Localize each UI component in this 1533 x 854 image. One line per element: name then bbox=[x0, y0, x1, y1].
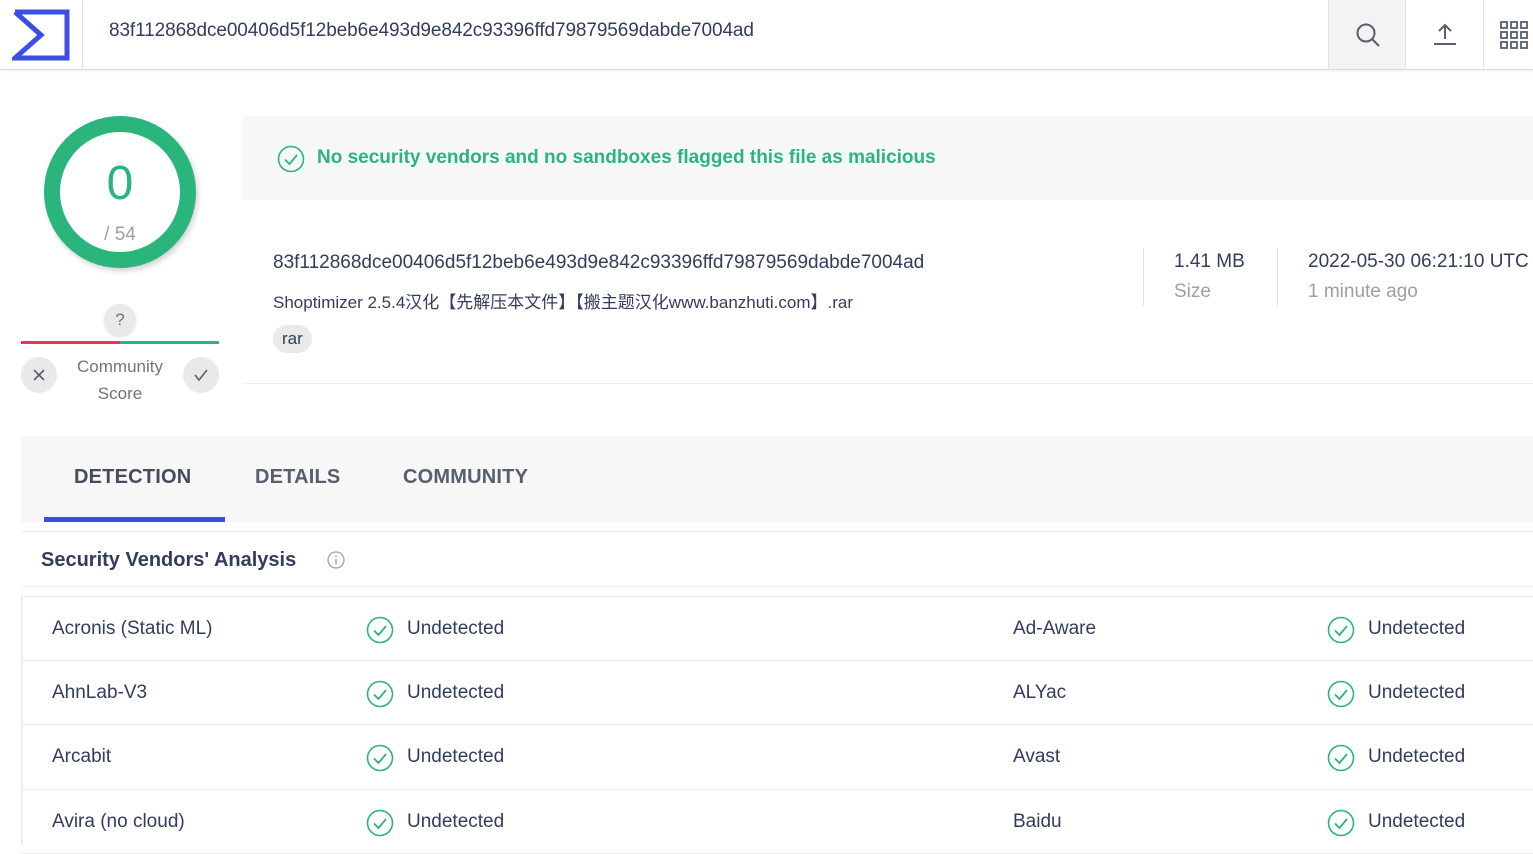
vendor-name: Avira (no cloud) bbox=[52, 811, 185, 833]
active-tab-indicator bbox=[44, 517, 225, 522]
vendor-result: Undetected bbox=[1368, 746, 1465, 768]
virustotal-logo[interactable] bbox=[0, 0, 83, 69]
tab-community[interactable]: COMMUNITY bbox=[403, 466, 528, 489]
community-score-label: Community Score bbox=[60, 353, 180, 407]
top-bar: 83f112868dce00406d5f12beb6e493d9e842c933… bbox=[0, 0, 1533, 70]
tab-bar: DETECTION DETAILS COMMUNITY bbox=[21, 436, 1533, 522]
analysis-date: 2022-05-30 06:21:10 UTC bbox=[1308, 251, 1529, 273]
check-circle-icon bbox=[366, 680, 394, 708]
check-circle-icon bbox=[1327, 680, 1355, 708]
vote-harmless-button[interactable] bbox=[183, 357, 219, 393]
table-row: Avira (no cloud) Undetected Baidu Undete… bbox=[21, 790, 1533, 854]
analysis-relative-time: 1 minute ago bbox=[1308, 281, 1418, 303]
vendor-result: Undetected bbox=[407, 811, 504, 833]
upload-button[interactable] bbox=[1405, 0, 1483, 69]
tab-details[interactable]: DETAILS bbox=[255, 466, 340, 489]
check-circle-icon bbox=[1327, 809, 1355, 837]
file-hash: 83f112868dce00406d5f12beb6e493d9e842c933… bbox=[273, 252, 924, 274]
vendor-name: Baidu bbox=[1013, 811, 1062, 833]
file-size-label: Size bbox=[1174, 281, 1211, 303]
vote-malicious-button[interactable] bbox=[21, 357, 57, 393]
section-header: Security Vendors' Analysis bbox=[21, 531, 1533, 587]
community-bar-harmless bbox=[120, 341, 219, 344]
check-icon bbox=[193, 368, 209, 382]
file-info-card: 83f112868dce00406d5f12beb6e493d9e842c933… bbox=[242, 202, 1533, 384]
search-input[interactable]: 83f112868dce00406d5f12beb6e493d9e842c933… bbox=[109, 20, 754, 42]
vendor-result: Undetected bbox=[1368, 682, 1465, 704]
detection-score-gauge: 0 / 54 bbox=[44, 116, 196, 268]
check-circle-icon bbox=[366, 809, 394, 837]
upload-icon bbox=[1432, 22, 1458, 48]
file-size: 1.41 MB bbox=[1174, 251, 1245, 273]
divider bbox=[1277, 248, 1278, 306]
verdict-text: No security vendors and no sandboxes fla… bbox=[317, 147, 936, 169]
vendor-name: AhnLab-V3 bbox=[52, 682, 147, 704]
vendors-table: Acronis (Static ML) Undetected Ad-Aware … bbox=[21, 596, 1533, 854]
verdict-banner: No security vendors and no sandboxes fla… bbox=[242, 116, 1533, 200]
apps-grid-icon bbox=[1499, 20, 1529, 50]
check-circle-icon bbox=[366, 616, 394, 644]
table-row: Arcabit Undetected Avast Undetected bbox=[21, 725, 1533, 790]
vendor-result: Undetected bbox=[1368, 811, 1465, 833]
vendor-result: Undetected bbox=[407, 746, 504, 768]
logo-icon bbox=[12, 9, 70, 61]
section-title: Security Vendors' Analysis bbox=[41, 549, 296, 572]
vendor-name: Arcabit bbox=[52, 746, 111, 768]
vendor-result: Undetected bbox=[407, 682, 504, 704]
engine-total: / 54 bbox=[60, 224, 180, 246]
vendor-name: Ad-Aware bbox=[1013, 618, 1096, 640]
apps-button[interactable] bbox=[1483, 0, 1533, 69]
file-tag[interactable]: rar bbox=[273, 325, 312, 353]
close-icon bbox=[32, 368, 46, 382]
vendor-name: Acronis (Static ML) bbox=[52, 618, 212, 640]
vendor-name: ALYac bbox=[1013, 682, 1066, 704]
community-label-line1: Community bbox=[60, 353, 180, 380]
file-name: Shoptimizer 2.5.4汉化【先解压本文件】【搬主题汉化www.ban… bbox=[273, 288, 853, 313]
divider bbox=[1143, 248, 1144, 306]
vendor-result: Undetected bbox=[407, 618, 504, 640]
community-score-question: ? bbox=[104, 304, 136, 336]
search-icon bbox=[1355, 22, 1381, 48]
check-circle-icon bbox=[366, 744, 394, 772]
tab-detection[interactable]: DETECTION bbox=[74, 466, 191, 489]
info-icon[interactable] bbox=[327, 551, 345, 569]
community-label-line2: Score bbox=[60, 380, 180, 407]
check-circle-icon bbox=[277, 145, 305, 173]
check-circle-icon bbox=[1327, 616, 1355, 644]
table-row: Acronis (Static ML) Undetected Ad-Aware … bbox=[21, 596, 1533, 661]
detection-count: 0 bbox=[60, 160, 180, 208]
score-inner: 0 / 54 bbox=[60, 132, 180, 252]
check-circle-icon bbox=[1327, 744, 1355, 772]
vendor-name: Avast bbox=[1013, 746, 1060, 768]
vendor-result: Undetected bbox=[1368, 618, 1465, 640]
search-button[interactable] bbox=[1328, 0, 1406, 69]
community-bar-malicious bbox=[21, 341, 120, 344]
table-row: AhnLab-V3 Undetected ALYac Undetected bbox=[21, 661, 1533, 726]
